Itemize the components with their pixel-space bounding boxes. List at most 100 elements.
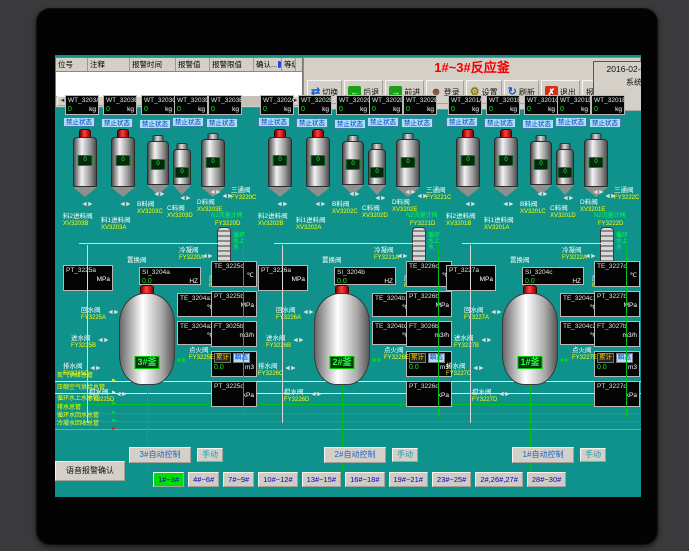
feed-valve-icon[interactable]: ◄► <box>179 195 191 202</box>
reactor-group-1: WT_3201A0kgWT_3201B0kgWT_3201C0kgWT_3201… <box>446 95 641 475</box>
manual-mode-button[interactable]: 手动 <box>197 448 223 462</box>
water-valve-icon[interactable]: ◄► <box>302 309 314 316</box>
instrument-value-row: ℃ <box>375 304 409 312</box>
water-valve-icon[interactable]: ◄► <box>498 391 510 398</box>
valve-label: 三通阀 <box>426 187 446 194</box>
feed-valve-icon[interactable]: ◄► <box>348 191 360 198</box>
feed-valve-icon[interactable]: ◄► <box>502 201 514 208</box>
feed-valve-icon[interactable]: ◄► <box>374 195 386 202</box>
page-tab[interactable]: 4#~6# <box>188 472 219 487</box>
auto-control-button[interactable]: 2#自动控制 <box>324 447 386 463</box>
status-label: 禁止状态 <box>101 118 133 128</box>
totalizer-mode-button[interactable]: 累计 <box>214 353 231 363</box>
ignite-valve-icon[interactable]: ◄► <box>558 357 570 364</box>
feed-valve-icon[interactable]: ◄► <box>464 201 476 208</box>
totalizer-mode-button[interactable]: 累计 <box>597 353 614 363</box>
voice-alarm-ack-button[interactable]: 语音报警确认 <box>55 461 125 481</box>
instrument-box: PT_3225bMPa <box>211 291 257 317</box>
valve-label: 排水阀 <box>63 363 83 370</box>
ignite-valve-icon[interactable]: ◄► <box>175 357 187 364</box>
valve-tag: XV3203B <box>63 221 88 228</box>
instrument-value-row: 0kg <box>263 106 291 114</box>
instrument-value-row: 0kg <box>527 106 555 114</box>
instant-mode-button[interactable]: 瞬态 <box>233 353 250 363</box>
feed-valve-icon[interactable]: ◄► <box>536 191 548 198</box>
feed-valve-icon[interactable]: ◄► <box>153 191 165 198</box>
page-tab[interactable]: 16#~18# <box>345 472 384 487</box>
instrument-tag: PT_3225a <box>66 267 110 275</box>
feed-valve-icon[interactable]: ◄► <box>592 189 604 196</box>
instrument-unit: kPa <box>243 392 254 400</box>
water-valve-icon[interactable]: ◄► <box>284 365 296 372</box>
page-tab[interactable]: 1#~3# <box>153 472 184 487</box>
page-tab[interactable]: 13#~15# <box>302 472 341 487</box>
tank-cone <box>111 187 135 197</box>
instrument-value-row: 0kg <box>144 106 172 114</box>
feed-valve-icon[interactable]: ◄► <box>276 201 288 208</box>
page-tab[interactable]: 10#~12# <box>258 472 297 487</box>
ignite-valve-icon[interactable]: ◄► <box>370 357 382 364</box>
water-valve-icon[interactable]: ◄► <box>490 309 502 316</box>
page-tab[interactable]: 28#~30# <box>527 472 566 487</box>
valve-label: 料2进料阀 <box>446 213 476 220</box>
instrument-unit: kPa <box>626 392 637 400</box>
feed-valve-icon[interactable]: ◄► <box>562 195 574 202</box>
feed-tank: 0 <box>368 141 386 195</box>
instant-mode-button[interactable]: 瞬态 <box>616 353 633 363</box>
water-valve-icon[interactable]: ◄► <box>107 309 119 316</box>
water-valve-icon[interactable]: ◄► <box>480 337 492 344</box>
auto-control-button[interactable]: 3#自动控制 <box>129 447 191 463</box>
manual-mode-button[interactable]: 手动 <box>580 448 606 462</box>
instrument-value-row: 0kg <box>560 106 588 114</box>
instrument-unit: kg <box>472 106 479 114</box>
page-tab[interactable]: 2#,26#,27# <box>475 472 523 487</box>
valve-tag: FY3222C <box>614 195 639 202</box>
instrument-unit: HZ <box>189 278 198 285</box>
water-valve-icon[interactable]: ◄► <box>292 337 304 344</box>
tank-level-display: 0 <box>370 167 385 178</box>
weight-indicator: WT_3202A0kg <box>260 95 294 115</box>
feed-valve-icon[interactable]: ◄► <box>119 201 131 208</box>
condenser-valve-icon[interactable]: ◄► <box>201 253 213 260</box>
instrument-tag: SI_3204c <box>525 269 581 277</box>
status-label: 禁止状态 <box>334 119 366 129</box>
tank-cone <box>368 185 386 195</box>
feed-valve-icon[interactable]: ◄► <box>209 189 221 196</box>
feed-valve-icon[interactable]: ◄► <box>314 201 326 208</box>
water-valve-icon[interactable]: ◄► <box>472 365 484 372</box>
feed-valve-icon[interactable]: ◄► <box>81 201 93 208</box>
page-tab[interactable]: 23#~25# <box>432 472 471 487</box>
auto-control-button[interactable]: 1#自动控制 <box>512 447 574 463</box>
instrument-unit: kg <box>548 106 555 114</box>
pipe-line-vertical <box>243 245 244 417</box>
instrument-tag: SI_3204b <box>337 269 393 277</box>
manual-mode-button[interactable]: 手动 <box>392 448 418 462</box>
feed-tank: 0 <box>173 141 191 195</box>
water-valve-icon[interactable]: ◄► <box>89 365 101 372</box>
n2-flow-valve-label: N2流量计阀 <box>211 213 243 220</box>
totalizer-mode-button[interactable]: 累计 <box>409 353 426 363</box>
water-valve-icon[interactable]: ◄► <box>97 337 109 344</box>
feed-tank: 0 <box>73 129 97 197</box>
valve-label: 点火阀 <box>384 347 404 354</box>
instrument-tag: PT_3227b <box>597 293 637 301</box>
tank-level-display: 0 <box>346 159 361 170</box>
valve-label: 点火阀 <box>189 347 209 354</box>
valve-tag: XV3203A <box>101 225 126 232</box>
valve-tag: XV3203D <box>167 213 193 220</box>
instant-mode-button[interactable]: 瞬态 <box>428 353 445 363</box>
instrument-value-row: m3/h <box>214 332 254 340</box>
instrument-unit: MPa <box>97 276 110 284</box>
instrument-box: FT_3025bm3/h <box>211 321 257 347</box>
condenser-valve-icon[interactable]: ◄► <box>396 253 408 260</box>
pipe-line-horizontal <box>462 243 612 244</box>
page-tab[interactable]: 19#~21# <box>389 472 428 487</box>
water-valve-icon[interactable]: ◄► <box>310 391 322 398</box>
instrument-tag: WT_3203C <box>144 97 172 105</box>
instrument-value-row: MPa <box>214 302 254 310</box>
water-valve-icon[interactable]: ◄► <box>115 391 127 398</box>
feed-valve-icon[interactable]: ◄► <box>404 189 416 196</box>
valve-tag: FY3227A <box>464 315 489 322</box>
condenser-valve-icon[interactable]: ◄► <box>584 253 596 260</box>
page-tab[interactable]: 7#~9# <box>223 472 254 487</box>
